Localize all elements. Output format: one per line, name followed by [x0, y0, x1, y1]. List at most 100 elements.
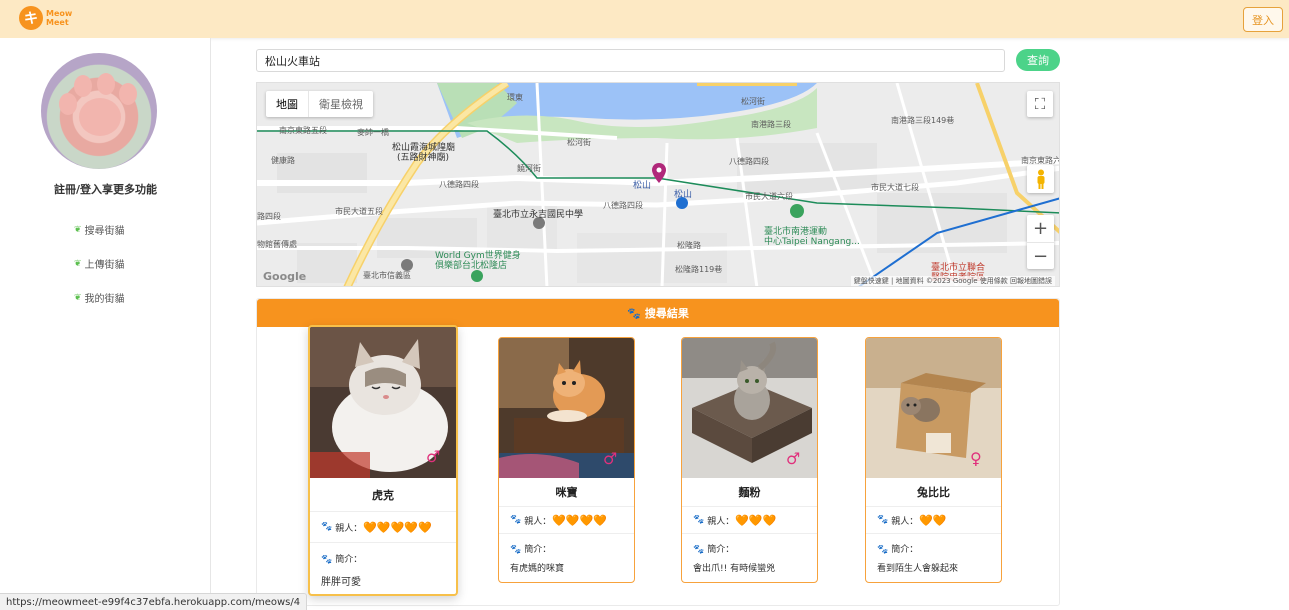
map-label: 八德路四段 — [603, 201, 643, 210]
register-prompt[interactable]: 註冊/登入享更多功能 — [0, 181, 211, 197]
link-status-bar: https://meowmeet-e99f4c37ebfa.herokuapp.… — [0, 593, 308, 610]
meowmeet-logo[interactable]: キ Meow Meet — [19, 6, 72, 30]
female-gender-icon: ♀ — [970, 449, 982, 468]
fullscreen-icon[interactable]: ⛶ — [1027, 91, 1053, 117]
affinity-row: 🐾 親人： 🧡🧡🧡 — [682, 507, 817, 534]
paw-icon: 🐾 — [627, 306, 641, 320]
affinity-hearts: 🧡🧡🧡🧡🧡 — [363, 520, 432, 534]
tab-map[interactable]: 地圖 — [266, 91, 308, 117]
map-label: 南京東路六段 — [1021, 156, 1059, 165]
affinity-row: 🐾 親人： 🧡🧡🧡🧡🧡 — [310, 512, 456, 543]
login-button[interactable]: 登入 — [1243, 7, 1283, 32]
map-label: 南京東路五段 — [279, 126, 327, 135]
map-label: 市民大道五段 — [335, 207, 383, 216]
paw-icon: 🐾 — [877, 515, 889, 525]
affinity-hearts: 🧡🧡 — [919, 513, 947, 527]
logo-text: Meow Meet — [46, 9, 73, 27]
cat-intro: 胖胖可愛 — [321, 577, 361, 588]
map-label: 物館舊傳處 — [257, 240, 297, 249]
cat-name: 虎克 — [310, 478, 456, 512]
map-label: 八德路四段 — [439, 180, 479, 189]
map-label: 俱樂部台北松隆店 — [435, 261, 508, 271]
intro-label: 🐾 簡介： — [693, 545, 735, 555]
tab-satellite[interactable]: 衛星檢視 — [308, 91, 373, 117]
cat-intro: 會出爪!! 有時候蠻兇 — [693, 564, 776, 574]
sidebar-item-my-cats[interactable]: ❦ 我的街貓 — [74, 290, 125, 306]
cat-leaf-icon: ❦ — [74, 292, 82, 303]
affinity-row: 🐾 親人： 🧡🧡🧡🧡 — [499, 507, 634, 534]
street-view-pegman-icon[interactable] — [1027, 165, 1054, 193]
paw-icon: 🐾 — [510, 545, 522, 555]
avatar — [41, 53, 157, 169]
top-navbar: キ Meow Meet 登入 — [0, 0, 1289, 38]
sidebar: 註冊/登入享更多功能 ❦ 搜尋街貓 ❦ 上傳街貓 ❦ 我的街貓 — [0, 38, 211, 610]
male-gender-icon: ♂ — [786, 449, 801, 468]
map-label: 松山 — [674, 190, 693, 200]
cat-photo: ♂ — [499, 338, 634, 478]
map-label: (五路財神廟) — [397, 153, 450, 163]
affinity-row: 🐾 親人： 🧡🧡 — [866, 507, 1001, 534]
cat-name: 麵粉 — [682, 478, 817, 507]
cat-leaf-icon: ❦ — [74, 224, 82, 235]
cat-photo: ♂ — [682, 338, 817, 478]
logo-icon: キ — [19, 6, 43, 30]
cat-intro: 看到陌生人會躲起來 — [877, 564, 959, 574]
cat-card[interactable]: ♂ 虎克 🐾 親人： 🧡🧡🧡🧡🧡 🐾 簡介： 胖胖可愛 — [308, 325, 458, 596]
map-label: 市民大道六段 — [745, 192, 793, 201]
map-label: 臺北市信義區 — [363, 271, 411, 280]
map-label: 健康路 — [271, 156, 295, 165]
map-label: 饒河街 — [517, 164, 541, 173]
map-label: 中心Taipei Nangang... — [764, 237, 860, 247]
results-header: 🐾 搜尋結果 — [257, 299, 1059, 327]
sidebar-item-label: 上傳街貓 — [84, 260, 125, 271]
intro-label: 🐾 簡介： — [877, 545, 919, 555]
sidebar-item-label: 我的街貓 — [84, 294, 125, 305]
zoom-in-button[interactable]: + — [1027, 215, 1054, 242]
map-label: 松隆路119巷 — [675, 265, 723, 274]
sidebar-item-search-cats[interactable]: ❦ 搜尋街貓 — [74, 222, 125, 238]
paw-icon: 🐾 — [693, 515, 705, 525]
map-label: 松河街 — [567, 138, 591, 147]
map-label: 松河街 — [741, 97, 765, 106]
map-type-tabs: 地圖 衛星檢視 — [266, 91, 373, 117]
intro-label: 🐾 簡介： — [321, 555, 363, 565]
paw-icon: 🐾 — [877, 545, 889, 555]
map-attribution[interactable]: 鍵盤快速鍵 | 地圖資料 ©2023 Google 使用條款 回報地圖錯誤 — [850, 276, 1055, 286]
sidebar-item-upload-cats[interactable]: ❦ 上傳街貓 — [74, 256, 125, 272]
map-label: 臺北市立永吉國民中學 — [493, 210, 584, 220]
map-label: 麥帥一橋 — [357, 128, 389, 137]
cat-card[interactable]: ♂ 麵粉 🐾 親人： 🧡🧡🧡 🐾 簡介： 會出爪!! 有時候蠻兇 — [681, 337, 818, 583]
map-label: 環東 — [507, 93, 523, 102]
paw-icon: 🐾 — [693, 545, 705, 555]
affinity-hearts: 🧡🧡🧡 — [735, 513, 777, 527]
map-label: 南港路三段149巷 — [891, 116, 955, 125]
map-view[interactable]: 地圖 衛星檢視 ⛶ + − 南京東路五段 麥帥一橋 松山霞海城隍廟 (五路財神廟… — [256, 82, 1060, 287]
results-title: 搜尋結果 — [644, 307, 689, 320]
search-button[interactable]: 查詢 — [1016, 49, 1060, 71]
paw-icon: 🐾 — [321, 522, 333, 532]
map-label: 南港路三段 — [751, 120, 791, 129]
male-gender-icon: ♂ — [426, 447, 441, 466]
cat-card[interactable]: ♂ 咪寶 🐾 親人： 🧡🧡🧡🧡 🐾 簡介： 有虎媽的咪寶 — [498, 337, 635, 583]
map-label: 松山 — [633, 181, 652, 191]
location-pin-icon[interactable] — [652, 163, 666, 187]
paw-icon: 🐾 — [321, 555, 333, 565]
cat-name: 兔比比 — [866, 478, 1001, 507]
zoom-out-button[interactable]: − — [1027, 242, 1054, 269]
male-gender-icon: ♂ — [603, 449, 618, 468]
map-label: 路四段 — [257, 212, 281, 221]
cat-photo: ♀ — [866, 338, 1001, 478]
map-label: 松隆路 — [677, 241, 701, 250]
cat-name: 咪寶 — [499, 478, 634, 507]
paw-icon: 🐾 — [510, 515, 522, 525]
cat-card[interactable]: ♀ 兔比比 🐾 親人： 🧡🧡 🐾 簡介： 看到陌生人會躲起來 — [865, 337, 1002, 583]
cat-leaf-icon: ❦ — [74, 258, 82, 269]
cat-photo: ♂ — [310, 327, 456, 478]
zoom-controls: + − — [1027, 215, 1054, 269]
google-logo: Google — [263, 270, 307, 283]
affinity-hearts: 🧡🧡🧡🧡 — [552, 513, 608, 527]
map-label: 市民大道七段 — [871, 183, 919, 192]
sidebar-item-label: 搜尋街貓 — [84, 226, 125, 237]
search-input[interactable] — [256, 49, 1005, 72]
intro-label: 🐾 簡介： — [510, 545, 552, 555]
